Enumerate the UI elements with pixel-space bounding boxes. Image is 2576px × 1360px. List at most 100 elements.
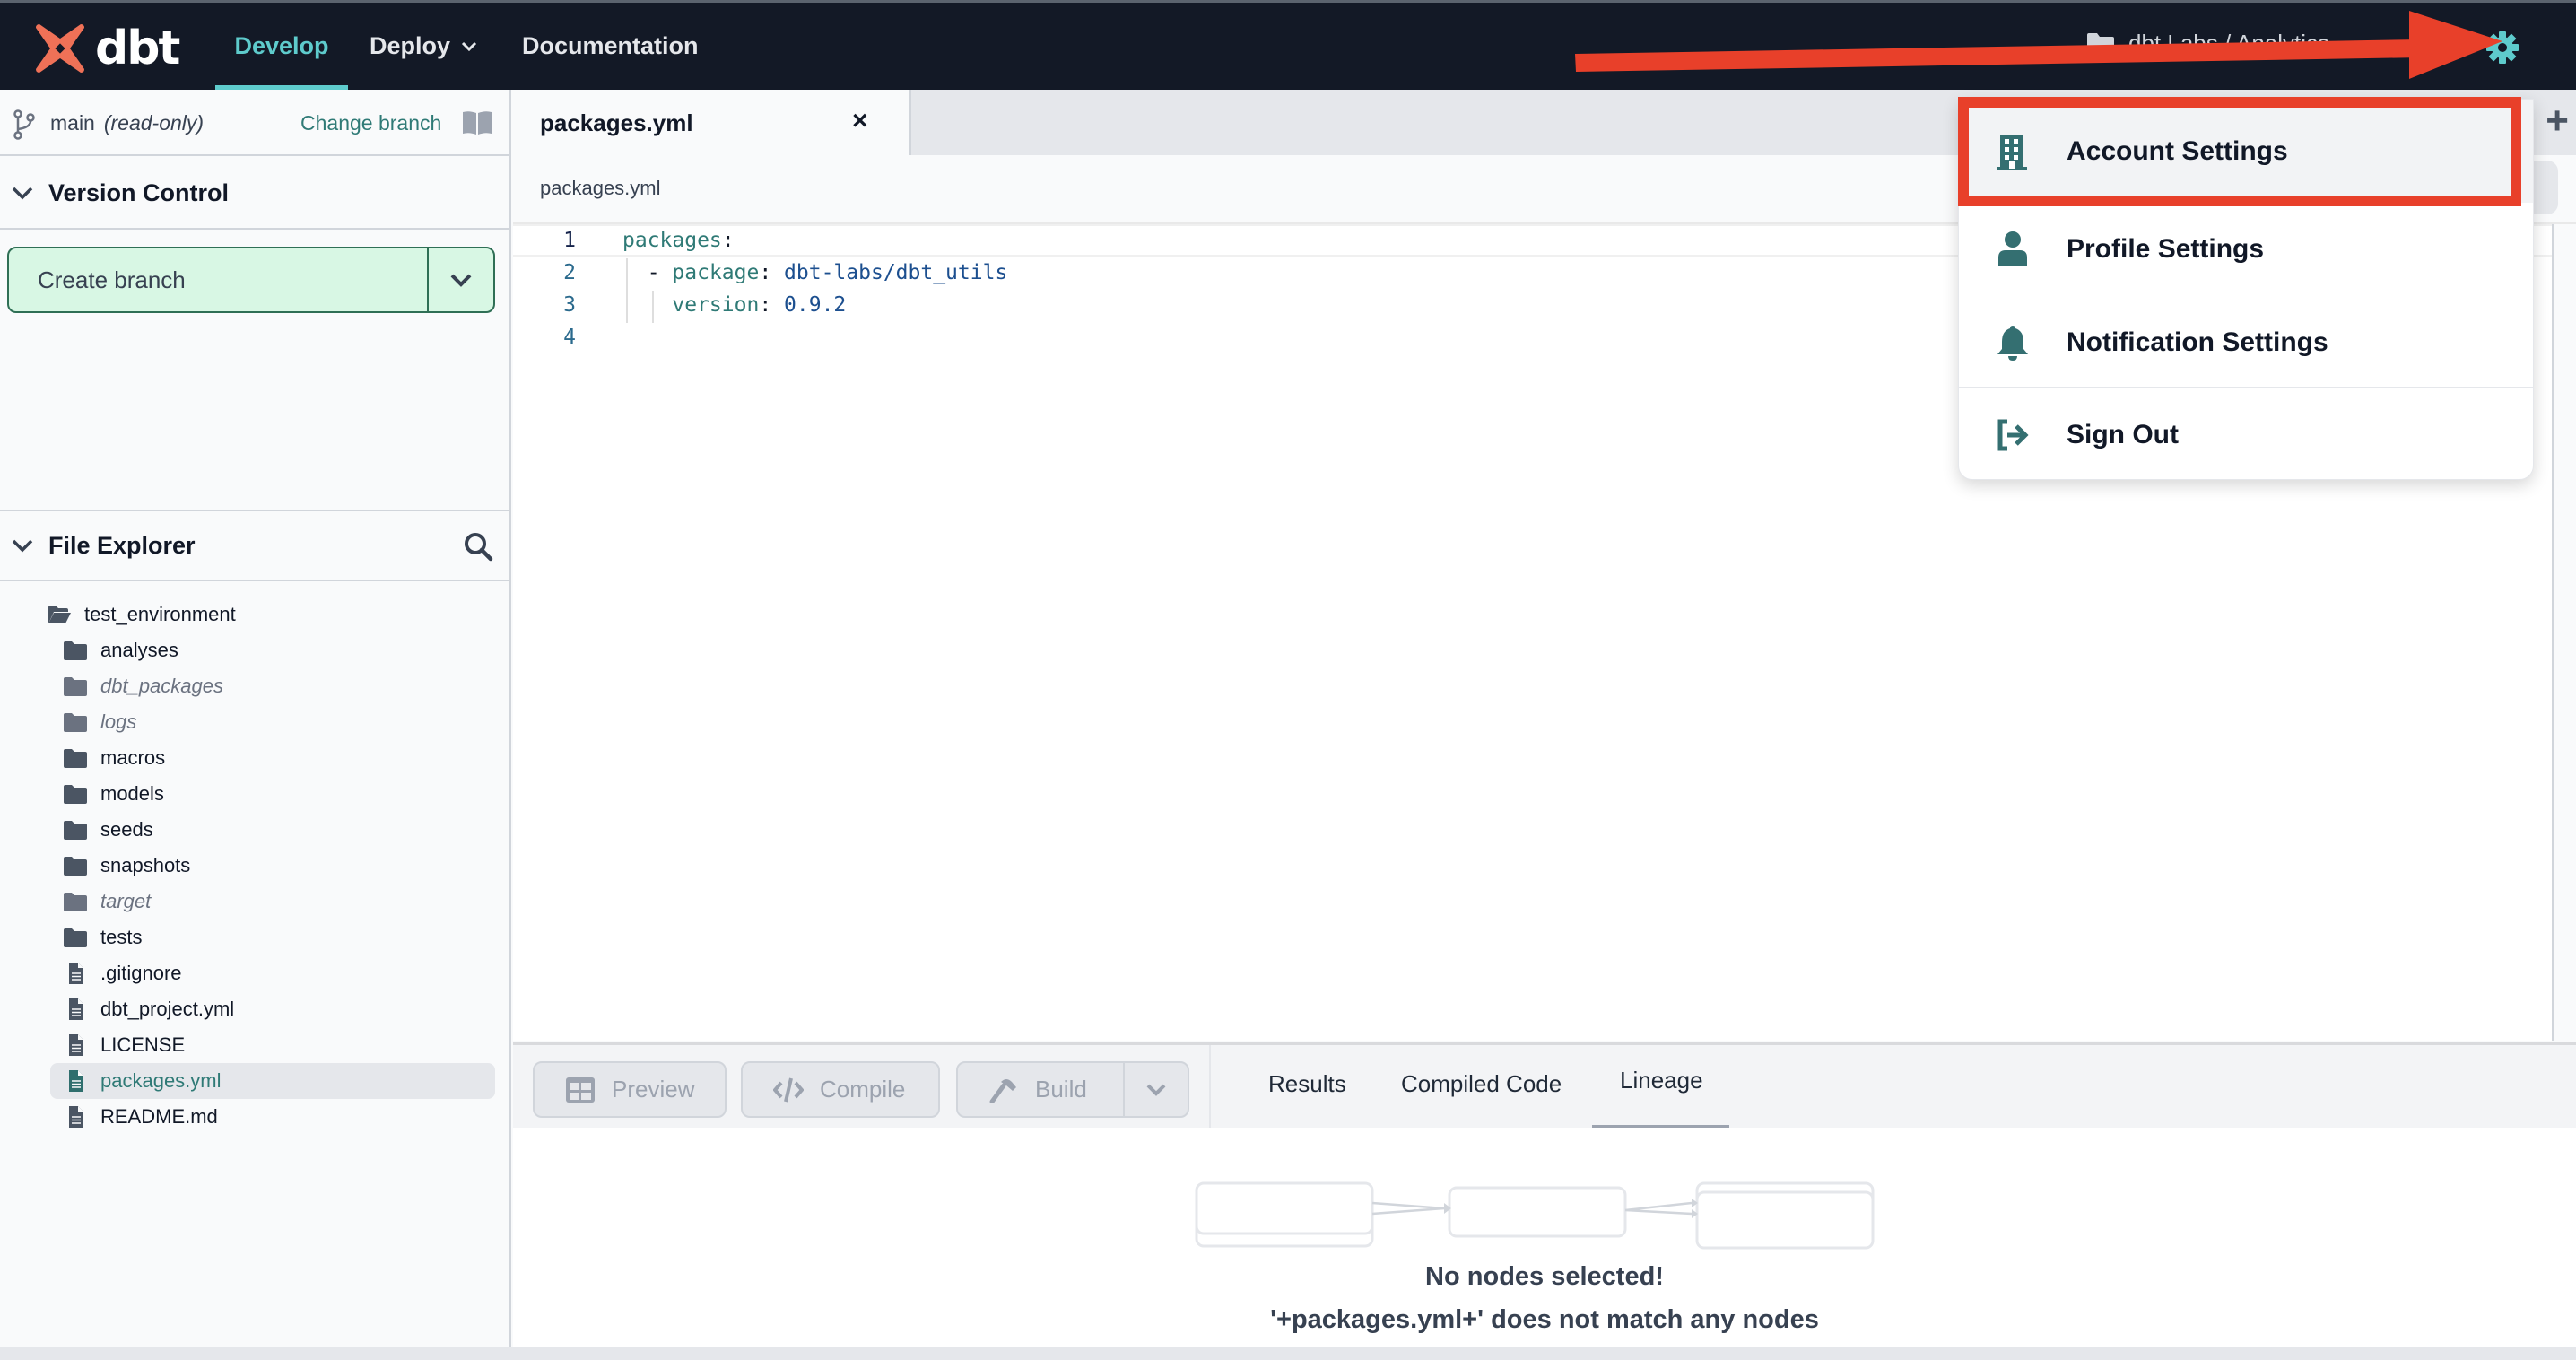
tree-item-label: dbt_project.yml — [100, 998, 235, 1020]
current-branch: main (read-only) — [50, 111, 204, 135]
code-icon — [773, 1077, 804, 1102]
top-nav-bar: dbt Develop Deploy Documentation dbt Lab… — [0, 0, 2576, 90]
settings-dropdown-menu: Account Settings Profile Settings Notifi… — [1958, 99, 2534, 480]
status-strip — [0, 1347, 2576, 1360]
tree-folder[interactable]: models — [0, 776, 509, 812]
menu-item-label: Account Settings — [2067, 135, 2288, 166]
create-branch-dropdown-button[interactable] — [427, 248, 493, 311]
file-explorer-title: File Explorer — [48, 531, 196, 559]
folder-icon — [64, 821, 87, 840]
create-branch-button[interactable]: Create branch — [9, 248, 427, 311]
yaml-key: package — [672, 261, 760, 284]
sign-out-icon — [1997, 419, 2029, 451]
folder-icon — [64, 785, 87, 804]
tree-item-label: test_environment — [84, 603, 236, 625]
tree-file[interactable]: packages.yml — [50, 1063, 495, 1099]
tree-file[interactable]: .gitignore — [0, 955, 509, 991]
folder-icon — [64, 677, 87, 696]
line-number: 1 — [563, 229, 576, 252]
menu-item-sign-out[interactable]: Sign Out — [1959, 388, 2533, 482]
nav-develop[interactable]: Develop — [215, 3, 348, 90]
tree-file[interactable]: LICENSE — [0, 1027, 509, 1063]
project-breadcrumb-text: dbt Labs / Analytics — [2128, 30, 2330, 57]
placeholder-edge — [1624, 1201, 1693, 1216]
version-control-header[interactable]: Version Control — [0, 158, 509, 230]
branch-row: main (read-only) Change branch — [0, 90, 509, 156]
gear-icon[interactable] — [2485, 30, 2520, 65]
menu-item-notification-settings[interactable]: Notification Settings — [1959, 296, 2533, 389]
placeholder-node — [1448, 1186, 1627, 1238]
tree-folder[interactable]: seeds — [0, 812, 509, 848]
yaml-key: packages — [622, 229, 722, 252]
new-tab-plus-icon[interactable]: + — [2546, 99, 2569, 144]
tree-file[interactable]: dbt_project.yml — [0, 991, 509, 1027]
tab-compiled-code[interactable]: Compiled Code — [1401, 1070, 1562, 1098]
menu-item-label: Profile Settings — [2067, 234, 2265, 264]
file-icon — [69, 998, 83, 1020]
tab-packages-yml[interactable]: packages.yml × — [513, 90, 911, 155]
compile-label: Compile — [820, 1076, 906, 1103]
tree-file[interactable]: README.md — [0, 1099, 509, 1135]
tree-item-label: packages.yml — [100, 1069, 222, 1092]
file-explorer-header[interactable]: File Explorer — [0, 510, 509, 581]
menu-item-label: Sign Out — [2067, 420, 2179, 449]
tree-item-label: .gitignore — [100, 962, 182, 984]
hammer-icon — [989, 1078, 1016, 1103]
tree-folder[interactable]: macros — [0, 740, 509, 776]
tree-item-label: logs — [100, 711, 137, 733]
compile-button[interactable]: Compile — [741, 1061, 940, 1118]
nav-deploy-label: Deploy — [370, 32, 451, 59]
close-icon[interactable]: × — [852, 106, 868, 136]
placeholder-node — [1195, 1181, 1374, 1235]
build-dropdown-button[interactable] — [1123, 1063, 1188, 1116]
tree-folder[interactable]: target — [0, 884, 509, 920]
placeholder-node — [1695, 1190, 1875, 1250]
yaml-list-dash: - — [647, 261, 673, 284]
book-icon[interactable] — [461, 109, 493, 136]
tree-folder[interactable]: snapshots — [0, 848, 509, 884]
dbt-logo-icon — [36, 24, 84, 73]
tree-item-label: macros — [100, 746, 166, 769]
dbt-logo[interactable]: dbt — [32, 21, 180, 76]
editor-scrollbar-track[interactable] — [2552, 224, 2554, 1041]
bell-icon — [1997, 326, 2028, 361]
project-breadcrumb[interactable]: dbt Labs / Analytics — [2085, 30, 2329, 57]
tree-folder[interactable]: dbt_packages — [0, 668, 509, 704]
build-split-button[interactable]: Build — [956, 1061, 1189, 1118]
tab-results[interactable]: Results — [1268, 1070, 1346, 1098]
preview-button[interactable]: Preview — [533, 1061, 727, 1118]
yaml-value: dbt-labs/dbt_utils — [784, 261, 1008, 284]
nav-deploy[interactable]: Deploy — [370, 3, 479, 90]
git-branch-icon — [13, 109, 35, 140]
line-number: 3 — [563, 293, 576, 317]
help-icon[interactable]: ? — [2422, 30, 2454, 62]
tree-folder[interactable]: logs — [0, 704, 509, 740]
change-branch-link[interactable]: Change branch — [300, 111, 441, 135]
tree-folder[interactable]: analyses — [0, 632, 509, 668]
tree-item-label: README.md — [100, 1105, 218, 1128]
tree-item-label: LICENSE — [100, 1033, 186, 1056]
tab-lineage[interactable]: Lineage — [1620, 1067, 1703, 1094]
file-icon — [69, 1070, 83, 1092]
chevron-down-icon — [12, 187, 33, 200]
line-number: 4 — [563, 326, 576, 349]
build-label: Build — [1035, 1076, 1087, 1103]
nav-documentation[interactable]: Documentation — [522, 3, 699, 90]
tree-item-label: target — [100, 890, 152, 912]
lineage-empty-message: '+packages.yml+' does not match any node… — [1270, 1305, 1819, 1334]
menu-item-account-settings[interactable]: Account Settings — [1959, 100, 2533, 203]
lineage-placeholder-graphic — [1195, 1181, 1875, 1250]
building-icon — [1997, 134, 2027, 170]
tree-folder[interactable]: tests — [0, 920, 509, 955]
branch-readonly-label: (read-only) — [103, 111, 205, 135]
file-breadcrumb: packages.yml — [540, 177, 661, 199]
placeholder-edge — [1371, 1201, 1445, 1216]
user-icon — [1998, 231, 2027, 266]
tree-root-folder[interactable]: test_environment — [0, 597, 509, 632]
search-icon[interactable] — [463, 531, 493, 562]
nav-develop-label: Develop — [234, 32, 329, 59]
file-icon — [69, 1034, 83, 1056]
folder-open-icon — [48, 606, 71, 623]
version-control-title: Version Control — [48, 179, 230, 206]
menu-item-profile-settings[interactable]: Profile Settings — [1959, 203, 2533, 296]
